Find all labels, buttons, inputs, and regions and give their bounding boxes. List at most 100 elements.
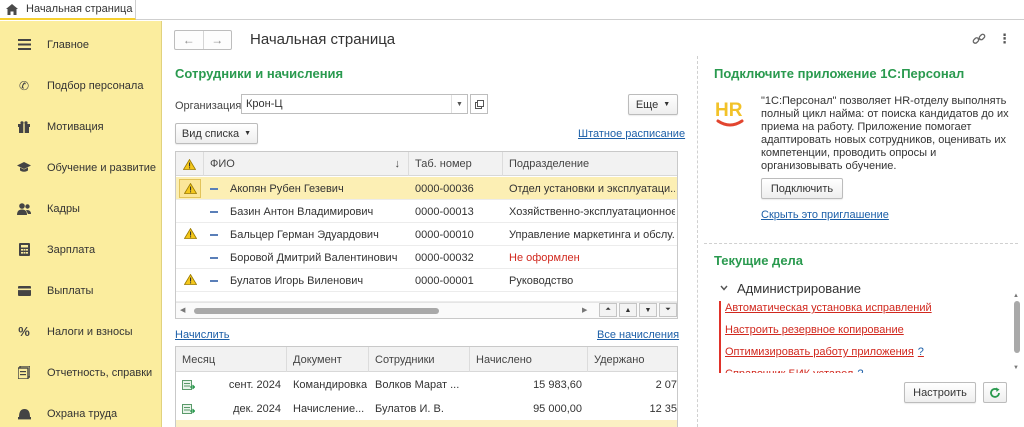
open-window-icon bbox=[474, 99, 484, 109]
table-row[interactable]: Булатов Игорь Виленович 0000-00001 Руковод… bbox=[176, 269, 677, 292]
accrual-withheld: 12 35 bbox=[649, 403, 677, 415]
sidebar-item-label: Налоги и взносы bbox=[47, 325, 133, 338]
accrued-column-header[interactable]: Начислено bbox=[470, 347, 588, 372]
gift-icon bbox=[17, 120, 31, 134]
todo-item[interactable]: Оптимизировать работу приложения? bbox=[725, 346, 924, 358]
tab-home[interactable]: Начальная страница bbox=[0, 0, 136, 20]
vertical-scrollbar[interactable]: ▲ ▼ bbox=[1013, 293, 1021, 373]
warning-icon bbox=[179, 179, 201, 198]
accrual-document: Начисление... bbox=[293, 403, 365, 415]
accrual-staff: Волков Марат ... bbox=[375, 379, 460, 391]
dept-column-header[interactable]: Подразделение bbox=[503, 152, 677, 176]
tab-home-label: Начальная страница bbox=[26, 3, 133, 15]
sidebar-item-taxes[interactable]: % Налоги и взносы bbox=[0, 311, 162, 352]
todo-item[interactable]: Справочник БИК устарел? bbox=[725, 368, 863, 373]
sidebar-item-label: Выплаты bbox=[47, 284, 94, 297]
chevron-down-icon[interactable] bbox=[719, 283, 729, 293]
table-row[interactable]: Акопян Рубен Гезевич 0000-00036 Отдел уста… bbox=[176, 177, 677, 200]
sidebar-item-motivation[interactable]: Мотивация bbox=[0, 106, 162, 147]
todo-item[interactable]: Автоматическая установка исправлений bbox=[725, 302, 932, 314]
table-row[interactable]: Базин Антон Владимирович 0000-00013 Хозяйс… bbox=[176, 200, 677, 223]
help-icon[interactable]: ? bbox=[918, 346, 924, 358]
warning-column-header[interactable] bbox=[176, 152, 204, 176]
employee-type-icon bbox=[210, 177, 220, 200]
scroll-bottom-button[interactable]: ⏷ bbox=[659, 303, 677, 317]
tab-column-header[interactable]: Таб. номер bbox=[409, 152, 503, 176]
more-button[interactable]: Еще ▼ bbox=[628, 94, 678, 115]
table-row[interactable]: дек. 2024 Начисление... Булатов И. В. 95 00… bbox=[176, 397, 677, 421]
sidebar-item-reports[interactable]: Отчетность, справки bbox=[0, 352, 162, 393]
staff-schedule-link[interactable]: Штатное расписание bbox=[578, 128, 685, 140]
sidebar-item-salary[interactable]: Зарплата bbox=[0, 229, 162, 270]
employee-tab-number: 0000-00013 bbox=[415, 205, 474, 218]
warning-cell bbox=[176, 246, 204, 269]
name-column-header[interactable]: ФИО ↓ bbox=[204, 152, 409, 176]
scroll-up-button[interactable]: ▲ bbox=[619, 303, 637, 317]
month-column-header[interactable]: Месяц bbox=[176, 347, 287, 372]
table-row[interactable]: Бальцер Герман Эдуардович 0000-00010 Управ… bbox=[176, 223, 677, 246]
employee-department: Управление маркетинга и обслу... bbox=[509, 228, 675, 241]
sidebar-item-payouts[interactable]: Выплаты bbox=[0, 270, 162, 311]
scroll-up-icon[interactable]: ▲ bbox=[1013, 293, 1019, 299]
todo-list: Автоматическая установка исправлений Наст… bbox=[719, 301, 1014, 373]
accrual-accrued: 15 983,60 bbox=[533, 379, 582, 391]
employee-tab-number: 0000-00032 bbox=[415, 251, 474, 264]
org-select[interactable]: Крон-Ц ▼ bbox=[241, 94, 468, 114]
open-org-button[interactable] bbox=[470, 94, 488, 114]
todo-item[interactable]: Настроить резервное копирование bbox=[725, 324, 904, 336]
settings-button[interactable]: Настроить bbox=[904, 382, 976, 403]
connect-button[interactable]: Подключить bbox=[761, 178, 843, 199]
table-row[interactable]: Боровой Дмитрий Валентинович 0000-00032 Не… bbox=[176, 246, 677, 269]
grid-header: ФИО ↓ Таб. номер Подразделение bbox=[176, 152, 677, 176]
scroll-down-icon: ▼ bbox=[644, 306, 652, 314]
scroll-left-icon[interactable]: ◀ bbox=[180, 306, 185, 314]
scroll-down-button[interactable]: ▼ bbox=[639, 303, 657, 317]
org-label: Организация: bbox=[175, 100, 245, 112]
sidebar-item-recruiting[interactable]: ✆ Подбор персонала bbox=[0, 65, 162, 106]
sidebar-item-main[interactable]: Главное bbox=[0, 24, 162, 65]
doc-column-header[interactable]: Документ bbox=[287, 347, 369, 372]
todo-item-label: Автоматическая установка исправлений bbox=[725, 302, 932, 314]
sidebar-item-label: Мотивация bbox=[47, 120, 104, 133]
employee-department: Хозяйственно-эксплуатационное ... bbox=[509, 205, 675, 218]
withheld-column-header[interactable]: Удержано bbox=[588, 347, 677, 372]
admin-group-title[interactable]: Администрирование bbox=[737, 281, 861, 296]
staff-column-header[interactable]: Сотрудники bbox=[369, 347, 470, 372]
more-vertical-icon[interactable]: ⋮ bbox=[998, 31, 1011, 47]
calculator-icon bbox=[17, 243, 31, 257]
link-icon[interactable] bbox=[972, 32, 986, 46]
dropdown-icon[interactable]: ▼ bbox=[451, 95, 467, 113]
help-icon[interactable]: ? bbox=[857, 368, 863, 373]
scrollbar-thumb[interactable] bbox=[194, 308, 439, 314]
refresh-icon bbox=[990, 387, 1000, 398]
home-icon bbox=[6, 3, 18, 15]
sidebar-item-training[interactable]: Обучение и развитие bbox=[0, 147, 162, 188]
grid-header: Месяц Документ Сотрудники Начислено Удер… bbox=[176, 347, 677, 372]
sidebar-item-hr[interactable]: Кадры bbox=[0, 188, 162, 229]
employee-type-icon bbox=[210, 200, 220, 223]
todo-item-label: Настроить резервное копирование bbox=[725, 324, 904, 336]
accrue-link[interactable]: Начислить bbox=[175, 329, 230, 341]
sidebar-item-label: Обучение и развитие bbox=[47, 161, 157, 174]
scrollbar-thumb[interactable] bbox=[1014, 301, 1020, 353]
phone-icon: ✆ bbox=[18, 78, 30, 93]
todo-item-label: Справочник БИК устарел bbox=[725, 368, 853, 373]
table-row-partial bbox=[176, 292, 677, 302]
scroll-right-icon[interactable]: ▶ bbox=[582, 306, 587, 314]
employee-department: Руководство bbox=[509, 274, 574, 287]
view-list-button[interactable]: Вид списка ▼ bbox=[175, 123, 258, 144]
back-button[interactable]: ← bbox=[175, 31, 204, 49]
hide-invitation-link[interactable]: Скрыть это приглашение bbox=[761, 209, 889, 221]
all-accruals-link[interactable]: Все начисления bbox=[597, 329, 679, 341]
tasks-title: Текущие дела bbox=[714, 253, 804, 268]
sidebar: Главное ✆ Подбор персонала Мотивация Обу… bbox=[0, 21, 162, 427]
sidebar-item-safety[interactable]: Охрана труда bbox=[0, 393, 162, 427]
forward-button[interactable]: → bbox=[204, 31, 232, 49]
scroll-down-icon[interactable]: ▼ bbox=[1013, 365, 1019, 371]
employee-tab-number: 0000-00001 bbox=[415, 274, 474, 287]
warning-cell bbox=[176, 269, 204, 292]
table-row[interactable]: сент. 2024 Командировка Волков Марат ... 15… bbox=[176, 373, 677, 397]
refresh-button[interactable] bbox=[983, 382, 1007, 403]
scroll-top-button[interactable]: ⏶ bbox=[599, 303, 617, 317]
name-column-label: ФИО bbox=[210, 158, 235, 170]
